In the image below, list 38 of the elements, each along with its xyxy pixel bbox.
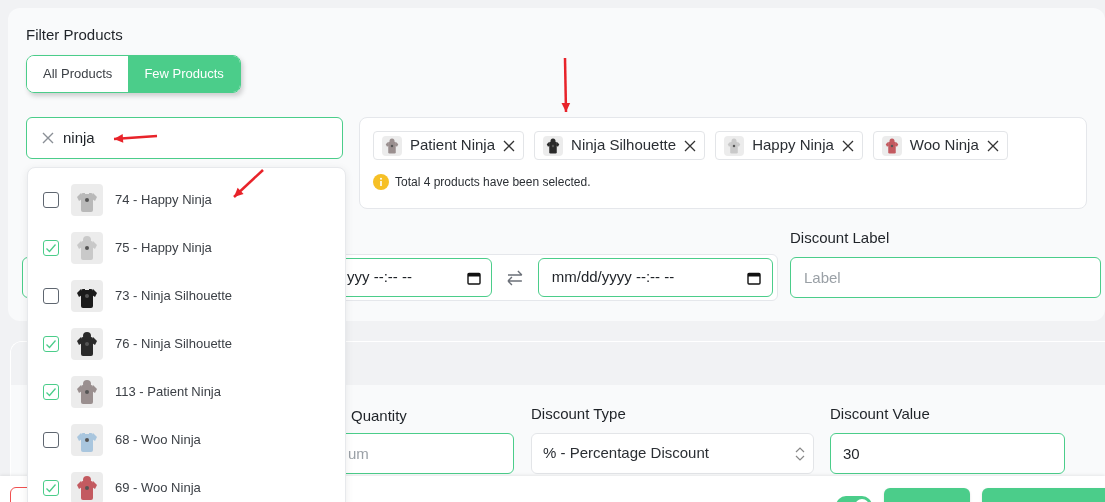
check-icon <box>45 386 57 398</box>
checkbox[interactable] <box>43 288 59 304</box>
discount-type-select[interactable]: % - Percentage Discount <box>531 433 814 474</box>
checkbox[interactable] <box>43 192 59 208</box>
product-chip[interactable]: Ninja Silhouette <box>534 131 706 160</box>
check-icon <box>45 242 57 254</box>
calendar-icon[interactable] <box>466 270 481 285</box>
checkbox[interactable] <box>43 480 59 496</box>
chevron-icon <box>795 445 805 462</box>
section-title: Filter Products <box>26 25 123 45</box>
date-time-field[interactable]: mm/dd/yyyy --:-- -- <box>537 258 773 297</box>
field-label: Quantity <box>351 407 407 424</box>
close-icon[interactable] <box>986 139 999 152</box>
checkbox[interactable] <box>43 384 59 400</box>
checkbox[interactable] <box>43 240 59 256</box>
info-icon <box>373 174 389 190</box>
check-icon <box>45 482 57 494</box>
field-label: Discount Label <box>790 228 890 248</box>
search-field[interactable]: ninja <box>26 117 343 159</box>
check-icon <box>45 338 57 350</box>
close-icon[interactable] <box>684 139 697 152</box>
product-chip[interactable]: Patient Ninja <box>373 131 525 160</box>
product-chip[interactable]: Woo Ninja <box>872 131 1008 160</box>
selection-note: Total 4 products have been selected. <box>395 174 591 191</box>
checkbox[interactable] <box>43 432 59 448</box>
discount-value-input[interactable]: 30 <box>830 433 1065 474</box>
calendar-icon[interactable] <box>747 270 761 285</box>
product-chip[interactable]: Happy Ninja <box>715 131 863 160</box>
field-label: Discount Value <box>830 404 930 424</box>
close-icon[interactable] <box>503 139 516 152</box>
segment-tab[interactable]: All Products <box>27 56 129 92</box>
close-icon[interactable] <box>841 139 854 152</box>
dropdown-option[interactable]: 76 - Ninja Silhouette <box>28 320 346 368</box>
label-input[interactable]: Label <box>790 257 1101 298</box>
dropdown-option[interactable]: 113 - Patient Ninja <box>28 368 346 416</box>
checkbox[interactable] <box>43 336 59 352</box>
dropdown-option[interactable]: 74 - Happy Ninja <box>28 176 346 224</box>
field-label: Discount Type <box>531 404 626 424</box>
